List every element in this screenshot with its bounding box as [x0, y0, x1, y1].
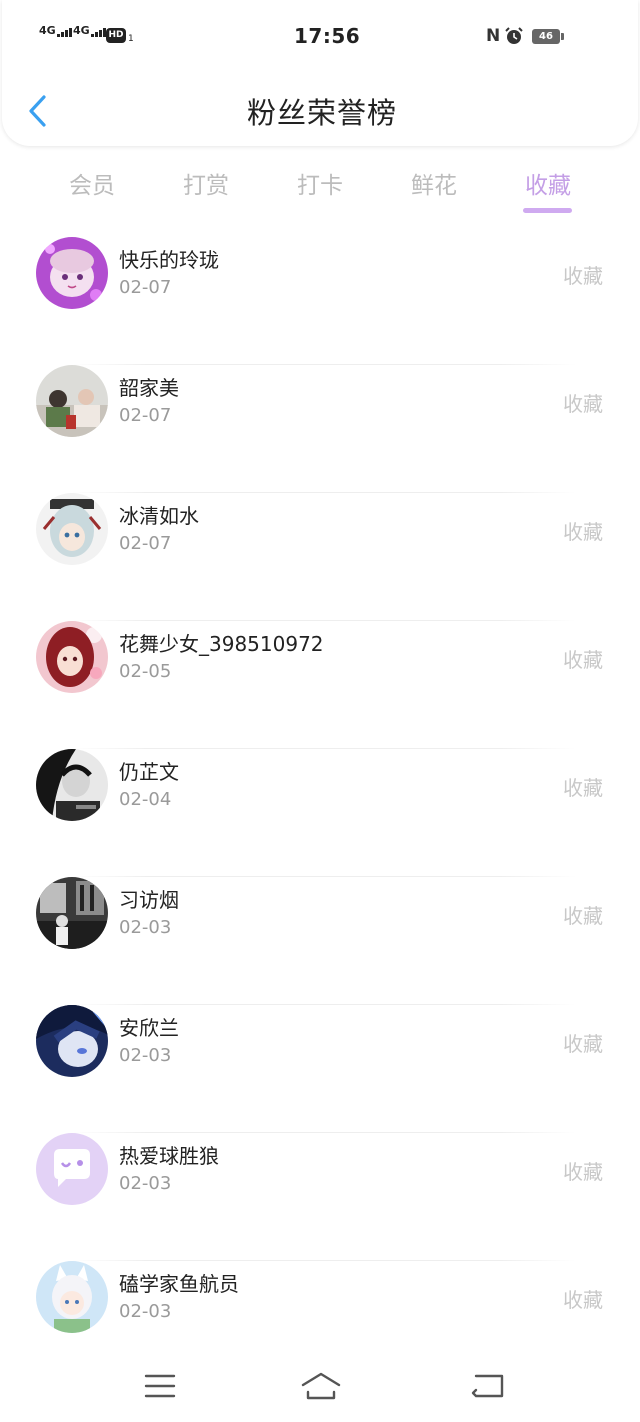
status-bar: 4G 4G HD 1 17:56 N 46: [2, 18, 640, 58]
back-icon[interactable]: [470, 1370, 506, 1402]
avatar[interactable]: [36, 237, 108, 309]
list-item[interactable]: 快乐的玲珑 02-07 收藏: [0, 236, 640, 364]
anime-fox-girl-avatar-icon: [36, 1261, 108, 1333]
list-item[interactable]: 仍芷文 02-04 收藏: [0, 748, 640, 876]
fan-date: 02-07: [119, 277, 172, 298]
fan-name: 快乐的玲珑: [119, 248, 219, 272]
favorite-label: 收藏: [563, 776, 603, 800]
fan-name: 热爱球胜狼: [119, 1144, 219, 1168]
list-item[interactable]: 热爱球胜狼 02-03 收藏: [0, 1132, 640, 1260]
hd-voice-icon: HD: [106, 28, 126, 43]
divider: [72, 364, 576, 365]
favorite-label: 收藏: [563, 392, 603, 416]
favorite-label: 收藏: [563, 1288, 603, 1312]
default-chat-avatar-icon: [36, 1133, 108, 1205]
anime-purple-avatar-icon: [36, 237, 108, 309]
tab-checkin[interactable]: 打卡: [270, 166, 370, 200]
signal-bars-icon: [56, 24, 73, 37]
divider: [72, 1260, 576, 1261]
divider: [72, 620, 576, 621]
fan-date: 02-07: [119, 405, 172, 426]
divider: [72, 492, 576, 493]
system-nav-bar: [0, 1358, 640, 1422]
bw-portrait-avatar-icon: [36, 749, 108, 821]
signal-4g-1: 4G: [39, 24, 73, 37]
fan-name: 磕学家鱼航员: [119, 1272, 239, 1296]
fan-name: 习访烟: [119, 888, 179, 912]
signal-4g-2: 4G: [73, 24, 107, 37]
list-item[interactable]: 习访烟 02-03 收藏: [0, 876, 640, 1004]
list-item[interactable]: 韶家美 02-07 收藏: [0, 364, 640, 492]
signal-bars-icon: [90, 24, 107, 37]
fan-date: 02-03: [119, 917, 172, 938]
favorite-label: 收藏: [563, 1032, 603, 1056]
favorite-label: 收藏: [563, 648, 603, 672]
tab-active-indicator: [523, 208, 572, 213]
favorite-label: 收藏: [563, 904, 603, 928]
tab-flower[interactable]: 鲜花: [384, 166, 484, 200]
tab-bar: 会员 打赏 打卡 鲜花 收藏: [0, 162, 640, 218]
divider: [72, 1004, 576, 1005]
avatar[interactable]: [36, 877, 108, 949]
fan-date: 02-04: [119, 789, 172, 810]
divider: [72, 1132, 576, 1133]
fan-date: 02-03: [119, 1173, 172, 1194]
tab-favorite[interactable]: 收藏: [498, 166, 598, 200]
avatar[interactable]: [36, 365, 108, 437]
fan-name: 安欣兰: [119, 1016, 179, 1040]
anime-red-hair-avatar-icon: [36, 621, 108, 693]
list-item[interactable]: 安欣兰 02-03 收藏: [0, 1004, 640, 1132]
fan-name: 韶家美: [119, 376, 179, 400]
divider: [72, 876, 576, 877]
nfc-icon: N: [486, 26, 501, 46]
avatar[interactable]: [36, 1261, 108, 1333]
menu-icon[interactable]: [142, 1370, 178, 1402]
favorite-label: 收藏: [563, 520, 603, 544]
divider: [72, 748, 576, 749]
avatar[interactable]: [36, 1005, 108, 1077]
anime-white-hair-avatar-icon: [36, 493, 108, 565]
fan-date: 02-03: [119, 1045, 172, 1066]
avatar[interactable]: [36, 621, 108, 693]
list-item[interactable]: 花舞少女_398510972 02-05 收藏: [0, 620, 640, 748]
fan-name: 仍芷文: [119, 760, 179, 784]
avatar[interactable]: [36, 493, 108, 565]
list-item[interactable]: 冰清如水 02-07 收藏: [0, 492, 640, 620]
tab-member[interactable]: 会员: [42, 166, 142, 200]
favorite-label: 收藏: [563, 1160, 603, 1184]
fan-date: 02-03: [119, 1301, 172, 1322]
avatar[interactable]: [36, 749, 108, 821]
clock: 17:56: [294, 24, 361, 48]
alarm-icon: [505, 27, 523, 44]
home-icon[interactable]: [300, 1370, 342, 1402]
page-title: 粉丝荣誉榜: [246, 96, 397, 130]
battery-indicator: 46: [532, 29, 564, 44]
anime-blue-avatar-icon: [36, 1005, 108, 1077]
bw-street-avatar-icon: [36, 877, 108, 949]
family-photo-avatar-icon: [36, 365, 108, 437]
tab-tip[interactable]: 打赏: [156, 166, 256, 200]
fan-name: 花舞少女_398510972: [119, 632, 324, 656]
avatar[interactable]: [36, 1133, 108, 1205]
header-card: 4G 4G HD 1 17:56 N 46 粉丝荣誉榜: [2, 0, 638, 146]
fan-name: 冰清如水: [119, 504, 199, 528]
hd-sub-label: 1: [128, 34, 134, 44]
fan-date: 02-07: [119, 533, 172, 554]
favorite-label: 收藏: [563, 264, 603, 288]
fan-date: 02-05: [119, 661, 172, 682]
